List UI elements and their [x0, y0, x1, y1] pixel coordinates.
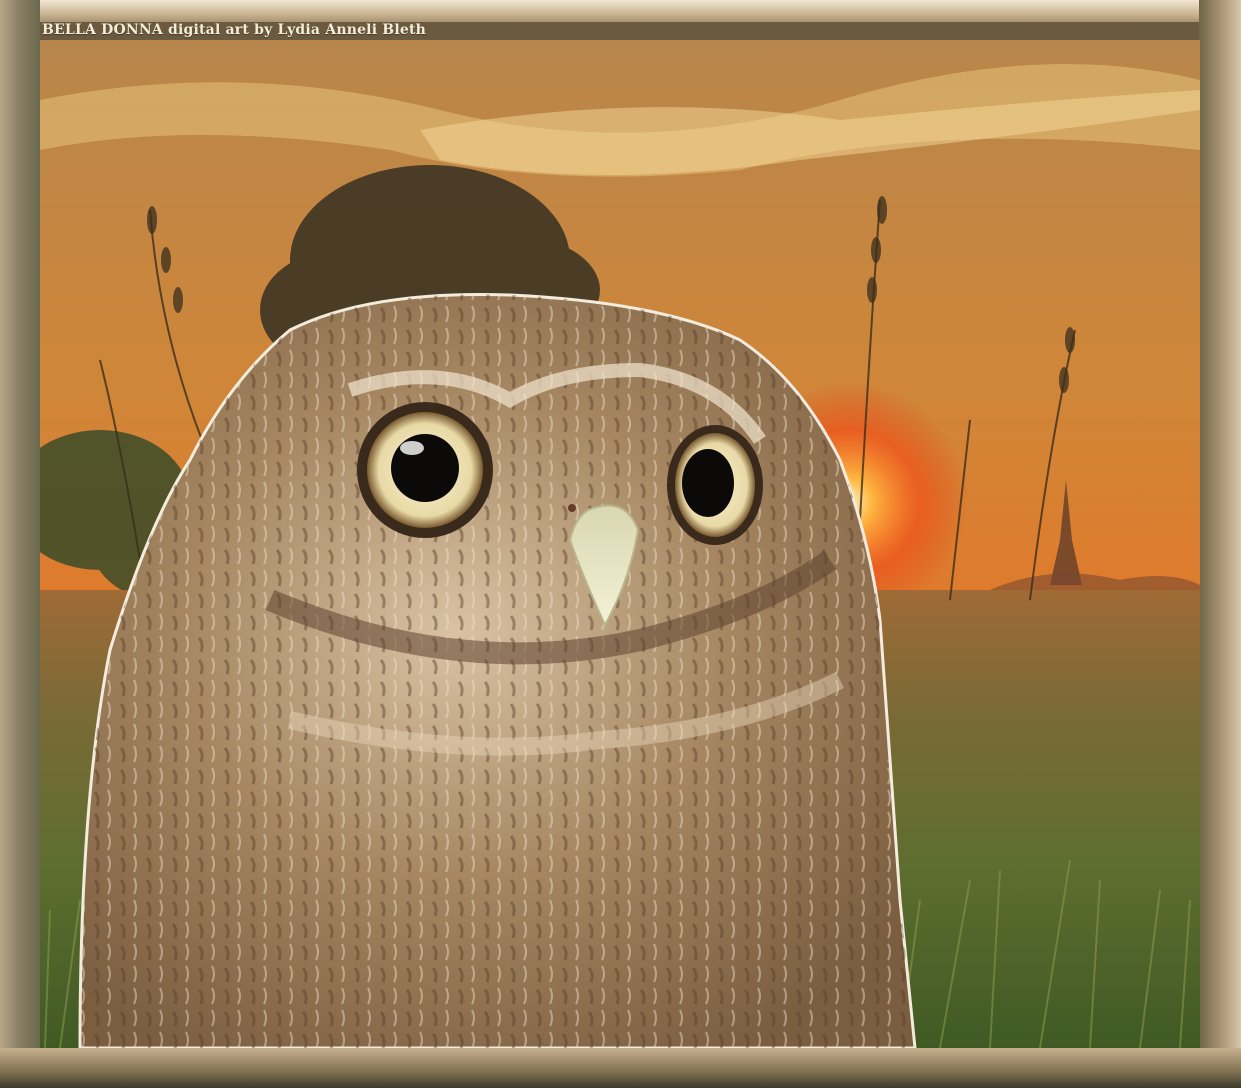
frame-bevel-right [1199, 0, 1241, 1088]
frame-bevel-left [0, 0, 40, 1088]
artwork-image [40, 40, 1200, 1048]
picture-frame: BELLA DONNA digital art by Lydia Anneli … [0, 0, 1241, 1088]
artist-credit-caption: BELLA DONNA digital art by Lydia Anneli … [42, 22, 426, 38]
frame-bevel-bottom [0, 1048, 1241, 1088]
frame-bevel-top [0, 0, 1241, 22]
